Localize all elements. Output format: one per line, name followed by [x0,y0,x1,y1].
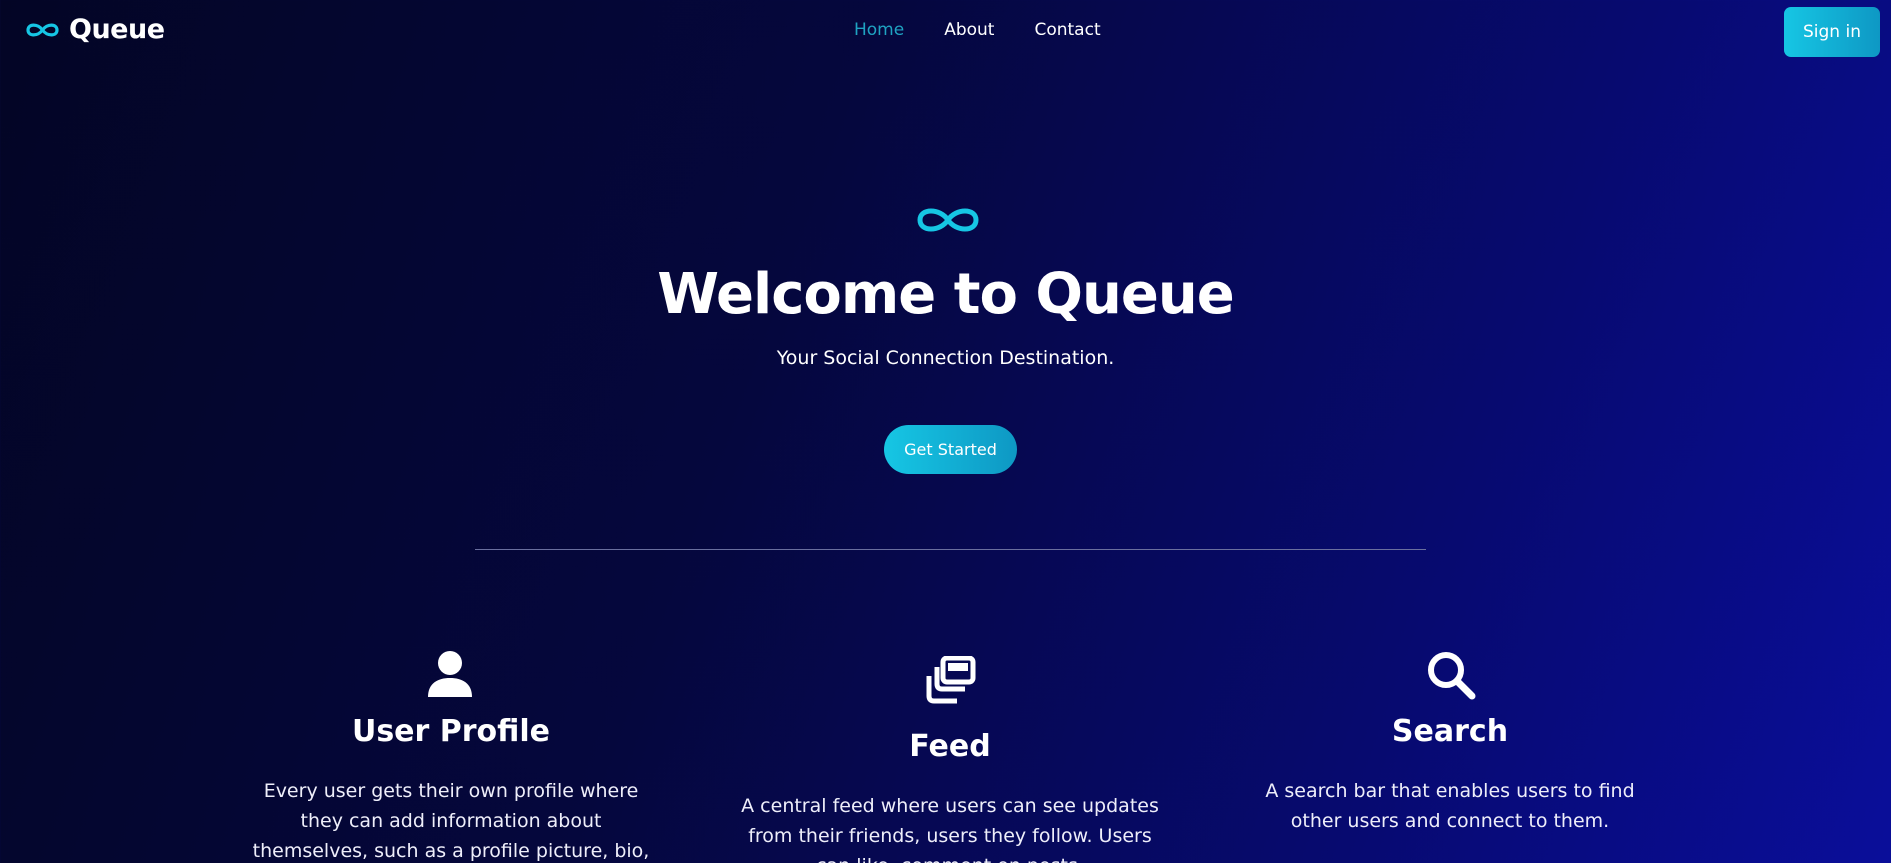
nav-link-about[interactable]: About [944,20,994,40]
feature-user-profile: User Profile Every user gets their own p… [236,640,666,863]
infinity-icon [24,21,61,39]
feature-title: Feed [909,729,991,764]
infinity-icon [913,203,983,241]
hero-title: Welcome to Queue [657,262,1234,327]
nav-link-home[interactable]: Home [854,20,904,40]
feature-description: Every user gets their own profile where … [252,780,650,862]
feature-title: Search [1391,714,1509,749]
section-divider [475,549,1426,550]
nav-link-contact[interactable]: Contact [1034,20,1100,40]
feature-feed: Feed A central feed where users can see … [735,640,1165,863]
feed-icon [925,655,977,708]
feature-description: A central feed where users can see updat… [741,795,1159,863]
hero-subtitle: Your Social Connection Destination. [776,347,1115,369]
feature-search: Search A search bar that enables users t… [1235,640,1665,863]
brand-name: Queue [69,14,165,45]
nav-links: Home About Contact [854,20,1101,40]
feature-title: User Profile [351,714,551,749]
search-icon [1426,650,1476,704]
feature-description: A search bar that enables users to find … [1265,780,1635,832]
brand-logo[interactable]: Queue [24,14,165,45]
navbar: Queue Home About Contact Sign in [0,0,1891,64]
user-icon [426,650,474,702]
get-started-button[interactable]: Get Started [884,425,1017,474]
sign-in-button[interactable]: Sign in [1784,7,1880,57]
